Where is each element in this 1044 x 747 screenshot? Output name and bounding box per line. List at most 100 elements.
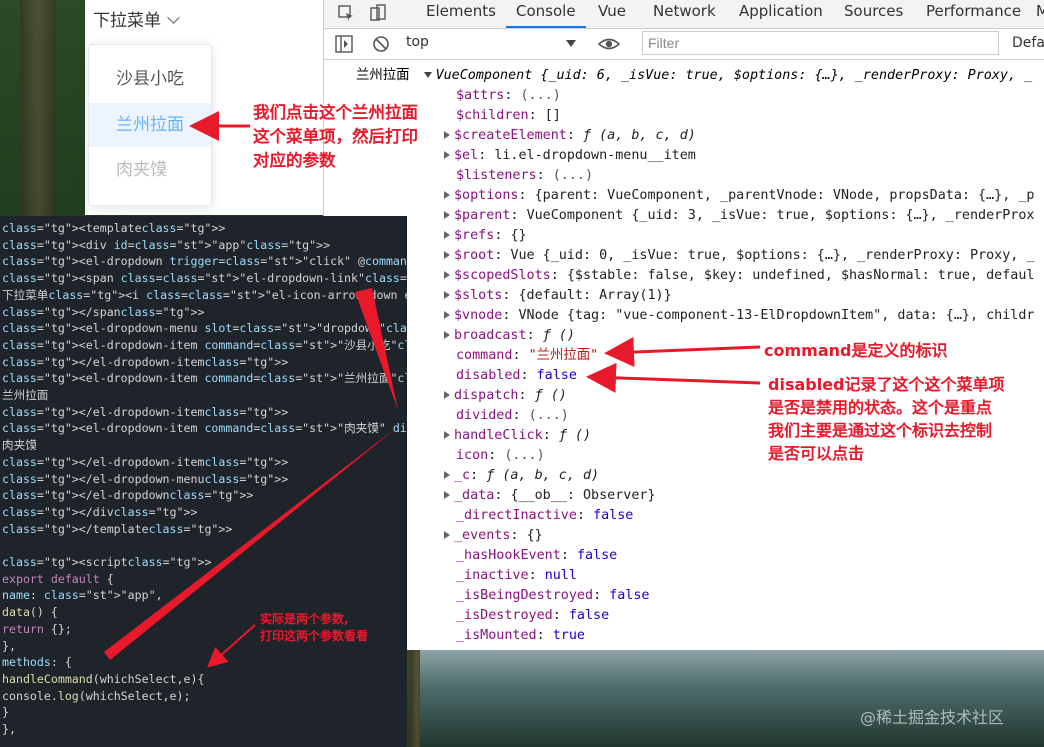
code-line: class="tg"><templateclass="tg">> [2, 221, 226, 235]
dropdown-trigger-label: 下拉菜单 [93, 11, 161, 31]
console-prop-row[interactable]: dispatch: ƒ () [444, 386, 567, 406]
prop-key: _c [454, 468, 471, 483]
prop-key: $listeners [456, 168, 537, 183]
expand-triangle-icon [444, 151, 450, 159]
prop-key: _events [454, 528, 511, 543]
console-prop-row[interactable]: _c: ƒ (a, b, c, d) [444, 466, 599, 486]
prop-key: _data [454, 488, 495, 503]
prop-key: $children [456, 108, 529, 123]
console-prop-row[interactable]: handleClick: ƒ () [444, 426, 591, 446]
expand-triangle-icon [444, 431, 450, 439]
tab-sources[interactable]: Sources [844, 0, 903, 28]
expand-triangle-icon [423, 72, 432, 78]
prop-value: ƒ () [558, 428, 592, 443]
prop-key: broadcast [454, 328, 527, 343]
prop-key: $scopedSlots [454, 268, 551, 283]
console-prop-row[interactable]: $options: {parent: VueComponent, _parent… [444, 186, 1034, 206]
console-prop-row: $children: [] [456, 108, 561, 123]
console-prop-row[interactable]: $scopedSlots: {$stable: false, $key: und… [444, 266, 1034, 286]
console-prop-row[interactable]: broadcast: ƒ () [444, 326, 575, 346]
filter-input[interactable]: Filter [642, 31, 999, 55]
prop-value: ƒ (a, b, c, d) [486, 468, 600, 483]
prop-key: icon [456, 448, 489, 463]
prop-key: $attrs [456, 88, 505, 103]
tab-elements[interactable]: Elements [426, 0, 496, 28]
tab-performance[interactable]: Performance [926, 0, 1021, 28]
caret-down-icon [566, 40, 576, 47]
expand-triangle-icon [444, 391, 450, 399]
context-select[interactable]: top [406, 34, 586, 54]
annotation-command-note: command是定义的标识 [764, 341, 948, 360]
console-prop-row[interactable]: _data: {__ob__: Observer} [444, 486, 656, 506]
tab-console[interactable]: Console [506, 0, 586, 28]
console-prop-row[interactable]: $parent: VueComponent {_uid: 3, _isVue: … [444, 206, 1034, 226]
tab-network[interactable]: Network [653, 0, 716, 28]
tab-vue[interactable]: Vue [598, 0, 626, 28]
prop-key: $parent [454, 208, 511, 223]
code-line: class="tg"></el-dropdown-itemclass="tg">… [2, 454, 289, 469]
console-toolbar: top Filter Defau [324, 29, 1044, 60]
expand-triangle-icon [444, 211, 450, 219]
expand-triangle-icon [444, 191, 450, 199]
expand-triangle-icon [444, 471, 450, 479]
code-line: class="tg"></el-dropdown-itemclass="tg">… [2, 354, 289, 369]
prop-value: true [552, 628, 585, 643]
dropdown-item-shaxian[interactable]: 沙县小吃 [89, 57, 211, 101]
devtools-panel: Elements Console Vue Network Application… [323, 0, 1044, 650]
eye-icon[interactable] [597, 34, 621, 58]
console-prop-row: _isBeingDestroyed: false [456, 588, 650, 603]
tab-more[interactable]: M [1036, 0, 1044, 28]
dropdown-trigger[interactable]: 下拉菜单 [93, 6, 180, 31]
console-prop-row[interactable]: $el: li.el-dropdown-menu__item [444, 146, 696, 166]
prop-value: (...) [504, 448, 545, 463]
code-line: class="tg"></el-dropdown-itemclass="tg">… [2, 404, 289, 419]
console-prop-row[interactable]: _events: {} [444, 526, 543, 546]
console-prop-row: command: "兰州拉面" [456, 348, 599, 363]
sidebar-toggle-icon[interactable] [334, 34, 354, 58]
console-prop-row[interactable]: $root: Vue {_uid: 0, _isVue: true, $opti… [444, 246, 1034, 266]
expand-triangle-icon [444, 491, 450, 499]
prop-value: (...) [552, 168, 594, 183]
prop-value: (...) [520, 88, 561, 103]
console-log-entry[interactable]: 兰州拉面 VueComponent {_uid: 6, _isVue: true,… [356, 66, 1032, 86]
prop-value: ƒ () [534, 388, 567, 403]
console-prop-row[interactable]: $vnode: VNode {tag: "vue-component-13-El… [444, 306, 1034, 326]
expand-triangle-icon [444, 311, 450, 319]
console-prop-row: $attrs: (...) [456, 88, 561, 103]
prop-key: $slots [454, 288, 503, 303]
inspect-icon[interactable] [336, 3, 356, 23]
prop-value: null [544, 568, 577, 583]
devtools-tabbar: Elements Console Vue Network Application… [324, 0, 1044, 29]
prop-value: false [609, 588, 650, 603]
prop-key: _hasHookEvent [456, 548, 561, 563]
code-line: class="tg"><el-dropdown-item command=cla… [2, 371, 407, 386]
console-prop-row: _isMounted: true [456, 628, 585, 643]
prop-value: VueComponent {_uid: 3, _isVue: true, $op… [526, 208, 1035, 223]
console-prop-row: _isDestroyed: false [456, 608, 610, 623]
console-prop-row: divided: (...) [456, 408, 569, 423]
tab-application[interactable]: Application [739, 0, 823, 28]
prop-key: _isBeingDestroyed [456, 588, 594, 603]
prop-value: {__ob__: Observer} [510, 488, 656, 503]
code-line: class="tg"></templateclass="tg">> [2, 521, 233, 536]
code-line: class="tg"></spanclass="tg">> [2, 304, 205, 319]
clear-console-icon[interactable] [371, 34, 391, 58]
expand-triangle-icon [444, 231, 450, 239]
console-prop-row[interactable]: $refs: {} [444, 226, 527, 246]
console-prop-row[interactable]: $slots: {default: Array(1)} [444, 286, 672, 306]
dropdown-item-lanzhou[interactable]: 兰州拉面 [89, 103, 211, 147]
prop-value: li.el-dropdown-menu__item [494, 148, 696, 163]
prop-key: divided [456, 408, 513, 423]
log-levels-select[interactable]: Defau [1012, 35, 1044, 51]
code-editor: class="tg"><templateclass="tg">> class="… [0, 216, 407, 747]
prop-value: false [593, 508, 634, 523]
code-line: class="tg"><span class=class="st">"el-dr… [2, 271, 407, 286]
code-line: data() { [2, 605, 58, 620]
expand-triangle-icon [444, 271, 450, 279]
prop-key: $el [454, 148, 479, 163]
device-toggle-icon[interactable] [368, 3, 388, 23]
prop-key: $options [454, 188, 519, 203]
code-line: }, [2, 722, 16, 736]
console-prop-row[interactable]: $createElement: ƒ (a, b, c, d) [444, 126, 696, 146]
prop-value: (...) [528, 408, 569, 423]
